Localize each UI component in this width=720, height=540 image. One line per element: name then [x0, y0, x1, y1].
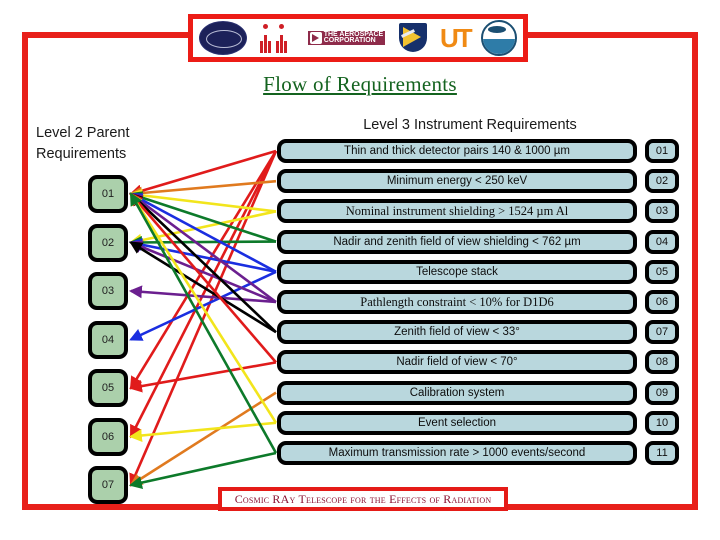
requirement-number-label: 04 — [655, 235, 669, 248]
requirement-number-label: 08 — [655, 356, 669, 369]
requirement-number-label: 06 — [655, 296, 669, 308]
requirement-row-text: Nadir and zenith field of view shielding… — [333, 235, 581, 248]
requirement-number-05[interactable]: 05 — [645, 259, 679, 284]
aerospace-mark-icon — [309, 32, 322, 44]
requirement-number-10[interactable]: 10 — [645, 410, 679, 435]
right-column-heading: Level 3 Instrument Requirements — [363, 117, 577, 133]
requirement-number-label: 02 — [655, 175, 669, 188]
page-title: Flow of Requirements — [263, 72, 457, 96]
logo-strip: THE AEROSPACE CORPORATION UT — [188, 14, 528, 62]
requirement-row-text: Pathlength constraint < 10% for D1D6 — [360, 295, 554, 309]
left-box-label: 04 — [101, 333, 115, 346]
requirement-number-label: 09 — [655, 386, 669, 399]
left-requirement-box-03[interactable]: 03 — [88, 272, 128, 310]
requirement-row-text: Event selection — [418, 416, 496, 429]
requirement-row-02[interactable]: Minimum energy < 250 keV — [277, 169, 637, 194]
connector-04-to-02 — [128, 235, 277, 249]
left-requirement-box-04[interactable]: 04 — [88, 320, 128, 359]
left-box-label: 06 — [101, 430, 115, 443]
requirement-row-06[interactable]: Pathlength constraint < 10% for D1D6 — [277, 290, 637, 314]
left-box-label: 02 — [101, 236, 115, 249]
requirement-number-label: 11 — [656, 447, 668, 459]
connector-11-to-07 — [128, 451, 277, 489]
requirement-number-02[interactable]: 02 — [645, 169, 679, 194]
requirement-number-06[interactable]: 06 — [645, 290, 679, 314]
connector-08-to-05 — [128, 361, 277, 393]
ut-logo: UT — [439, 23, 473, 53]
requirement-row-text: Thin and thick detector pairs 140 & 1000… — [344, 145, 570, 157]
aerospace-corporation-logo: THE AEROSPACE CORPORATION — [307, 31, 386, 45]
connector-08-to-01 — [129, 192, 277, 364]
connector-09-to-07 — [129, 391, 277, 487]
left-requirement-box-01[interactable]: 01 — [88, 175, 128, 213]
requirement-number-label: 05 — [655, 265, 669, 278]
requirement-row-03[interactable]: Nominal instrument shielding > 1524 µm A… — [277, 199, 637, 224]
requirement-number-label: 10 — [655, 416, 669, 429]
connector-10-to-01 — [129, 192, 278, 424]
left-box-label: 01 — [101, 188, 115, 200]
requirement-row-05[interactable]: Telescope stack — [277, 259, 637, 284]
requirement-number-label: 03 — [655, 205, 669, 218]
requirement-row-09[interactable]: Calibration system — [277, 380, 637, 405]
left-requirement-box-05[interactable]: 05 — [88, 369, 128, 407]
slide-canvas: THE AEROSPACE CORPORATION UT Flow of Req… — [0, 0, 720, 540]
left-requirement-box-07[interactable]: 07 — [88, 466, 128, 504]
requirement-row-04[interactable]: Nadir and zenith field of view shielding… — [277, 229, 637, 254]
connector-07-to-01 — [129, 192, 277, 334]
left-column-heading: Level 2 Parent Requirements — [36, 123, 196, 165]
requirement-number-08[interactable]: 08 — [645, 350, 679, 375]
requirement-number-label: 07 — [655, 326, 669, 339]
requirement-row-01[interactable]: Thin and thick detector pairs 140 & 1000… — [277, 139, 637, 163]
requirement-row-07[interactable]: Zenith field of view < 33° — [277, 320, 637, 345]
left-heading-line1: Level 2 Parent — [36, 125, 130, 141]
figures-logo — [257, 21, 297, 55]
requirement-row-10[interactable]: Event selection — [277, 410, 637, 435]
left-requirement-box-06[interactable]: 06 — [88, 417, 128, 456]
air-force-research-lab-logo — [395, 21, 430, 55]
requirement-row-text: Nominal instrument shielding > 1524 µm A… — [345, 204, 569, 219]
requirement-row-text: Zenith field of view < 33° — [394, 326, 520, 339]
requirement-row-text: Maximum transmission rate > 1000 events/… — [328, 447, 586, 459]
footer-label: Cosmic RAy Telescope for the Effects of … — [234, 491, 492, 506]
requirement-number-01[interactable]: 01 — [645, 139, 679, 163]
requirement-number-07[interactable]: 07 — [645, 320, 679, 345]
requirement-number-label: 01 — [655, 145, 669, 157]
requirement-number-03[interactable]: 03 — [645, 199, 679, 224]
requirement-number-09[interactable]: 09 — [645, 380, 679, 405]
requirement-row-text: Telescope stack — [416, 265, 498, 278]
left-box-label: 05 — [101, 382, 115, 394]
requirement-number-11[interactable]: 11 — [645, 441, 679, 465]
left-requirement-box-02[interactable]: 02 — [88, 223, 128, 262]
connector-05-to-04 — [129, 270, 277, 341]
requirement-row-text: Calibration system — [409, 386, 505, 399]
project-footer: Cosmic RAy Telescope for the Effects of … — [218, 487, 508, 511]
requirement-row-text: Minimum energy < 250 keV — [386, 175, 528, 188]
connector-10-to-06 — [128, 421, 277, 442]
aerospace-line2: CORPORATION — [323, 37, 376, 44]
noaa-logo — [480, 20, 517, 56]
requirement-row-text: Nadir field of view < 70° — [396, 356, 518, 369]
requirement-number-04[interactable]: 04 — [645, 229, 679, 254]
left-heading-line2: Requirements — [36, 146, 127, 162]
left-box-label: 03 — [101, 285, 115, 297]
mission-seal-logo — [199, 21, 247, 55]
requirement-row-08[interactable]: Nadir field of view < 70° — [277, 350, 637, 375]
requirement-row-11[interactable]: Maximum transmission rate > 1000 events/… — [277, 441, 637, 465]
left-box-label: 07 — [101, 479, 115, 491]
